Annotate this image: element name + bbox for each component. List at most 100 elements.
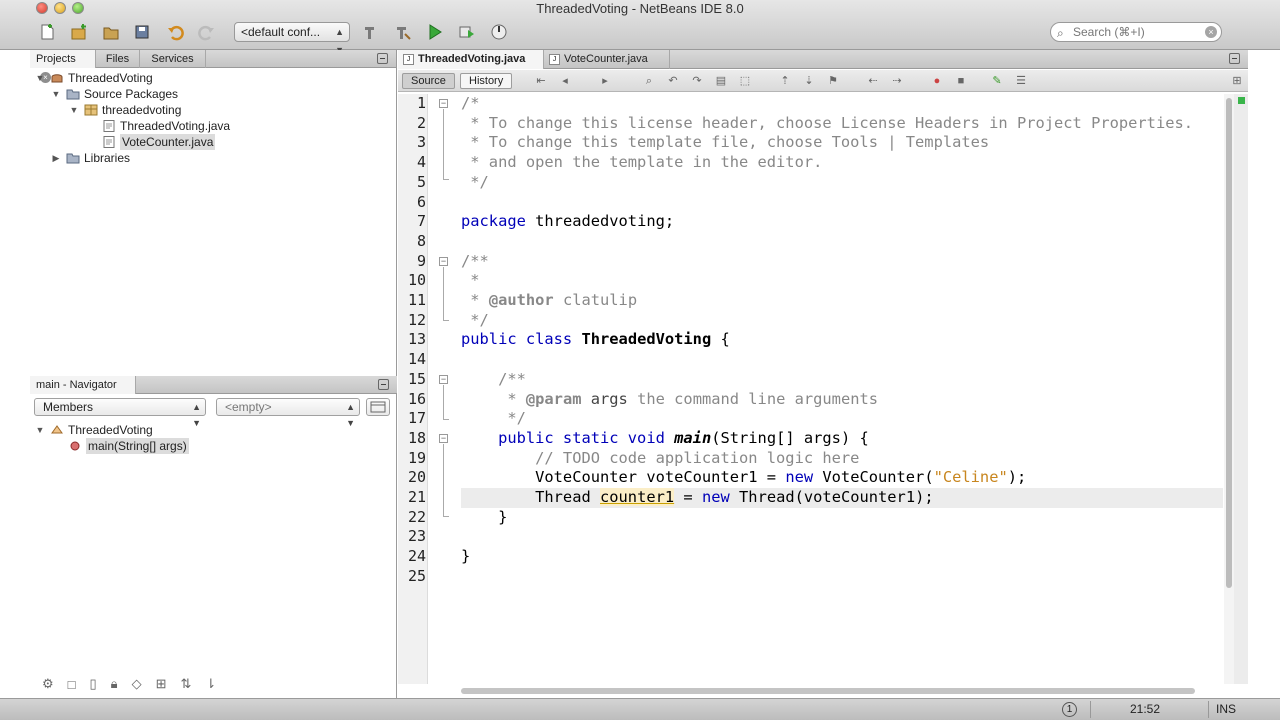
scrollbar-thumb[interactable] [1226,98,1232,588]
tree-item-project[interactable]: ▼ ThreadedVoting [34,70,153,86]
tab-projects[interactable]: Projects× [30,50,96,83]
projects-tabstrip: Projects× Files Services [30,50,396,83]
code-line: */ [461,172,489,191]
expanded-triangle-icon[interactable]: ▼ [50,86,62,102]
code-line: public static void main(String[] args) { [461,429,869,449]
maximize-editor-button[interactable] [1229,53,1240,64]
code-line: /** [461,251,489,270]
code-token: the command line arguments [627,389,879,408]
expanded-triangle-icon[interactable]: ▼ [34,422,46,438]
fold-toggle-icon[interactable]: − [439,434,448,443]
history-view-button[interactable]: History [460,73,513,89]
tree-item-label: ThreadedVoting.java [120,119,231,133]
previous-bookmark-icon[interactable]: ⇡ [778,74,792,88]
code-line: * To change this license header, choose … [461,113,1194,132]
uncomment-icon[interactable]: ☰ [1014,74,1028,88]
stop-macro-icon[interactable]: ■ [954,74,968,88]
tab-files[interactable]: Files [96,50,140,68]
run-icon[interactable] [424,21,446,43]
find-next-icon[interactable]: ↷ [690,74,704,88]
build-icon[interactable] [360,21,382,43]
show-nonpublic-icon[interactable]: 🔒︎ [111,676,118,692]
fold-toggle-icon[interactable]: − [439,375,448,384]
horizontal-scrollbar[interactable] [461,686,1223,696]
error-stripe[interactable] [1234,94,1248,684]
sort-by-name-icon[interactable]: ⇂ [205,676,216,692]
split-window-icon[interactable]: ⊞ [1230,74,1244,88]
tree-item-file[interactable]: ThreadedVoting.java [102,118,230,134]
minimize-panel-button[interactable] [378,379,389,390]
navigator-item-method[interactable]: main(String[] args) [68,438,189,454]
shift-right-icon[interactable]: ⇢ [890,74,904,88]
start-macro-icon[interactable]: ● [930,74,944,88]
back-icon[interactable]: ◂ [558,74,572,88]
projects-tree: ▼ ThreadedVoting ▼ Source Packages ▼ thr… [30,68,396,384]
code-token: "Celine" [933,468,1008,487]
notifications-icon[interactable]: 1 [1062,702,1077,717]
expanded-triangle-icon[interactable]: ▼ [68,102,80,118]
undo-icon[interactable] [164,21,186,43]
expanded-triangle-icon[interactable]: ▼ [34,70,46,86]
editor-tabstrip: J ThreadedVoting.java× J VoteCounter.jav… [398,50,1248,84]
last-edit-icon[interactable]: ⇤ [534,74,548,88]
members-select[interactable]: Members ▲ ▼ [34,398,206,428]
save-all-icon[interactable] [132,21,154,43]
shift-left-icon[interactable]: ⇠ [866,74,880,88]
tab-threadedvoting-java[interactable]: J ThreadedVoting.java× [398,50,544,84]
vertical-scrollbar[interactable] [1224,94,1234,684]
search-input[interactable]: ⌕ Search (⌘+I) × [1050,22,1222,42]
show-static-icon[interactable]: ▯ [90,676,97,692]
code-editor[interactable]: /* * To change this license header, choo… [461,94,1223,684]
minimize-panel-button[interactable] [377,53,388,64]
tab-votecounter-java[interactable]: J VoteCounter.java× [544,50,670,84]
tab-services[interactable]: Services [140,50,206,68]
line-number: 16 [407,389,426,408]
line-number: 15 [407,369,426,388]
find-previous-icon[interactable]: ↶ [666,74,680,88]
code-token: main [674,428,712,447]
fold-toggle-icon[interactable]: − [439,99,448,108]
tree-item-file[interactable]: VoteCounter.java [102,134,216,150]
editor-tab-label: VoteCounter.java [564,53,648,65]
find-icon[interactable]: ⌕ [642,74,656,88]
code-token: * [461,389,526,408]
debug-icon[interactable] [456,21,478,43]
tree-item-package[interactable]: ▼ threadedvoting [68,102,182,118]
clean-build-icon[interactable] [392,21,414,43]
navigator-item-class[interactable]: ▼ ThreadedVoting [34,422,153,438]
scrollbar-thumb[interactable] [461,688,1195,694]
show-inner-classes-icon[interactable]: ◇ [132,676,142,692]
tree-item-label: VoteCounter.java [120,134,216,150]
show-fields-icon[interactable]: □ [68,677,76,692]
next-bookmark-icon[interactable]: ⇣ [802,74,816,88]
fqn-icon[interactable]: ⊞ [156,676,167,692]
tree-item-libraries[interactable]: ▶ Libraries [50,150,131,166]
toggle-highlight-icon[interactable]: ▤ [714,74,728,88]
tree-item-source-packages[interactable]: ▼ Source Packages [50,86,179,102]
configuration-select[interactable]: <default conf... ▲▼ [234,22,350,55]
comment-icon[interactable]: ✎ [990,74,1004,88]
code-token: VoteCounter voteCounter1 = [461,468,786,487]
filter-select[interactable]: <empty> ▲ ▼ [216,398,360,428]
sort-by-source-icon[interactable]: ⇅ [181,676,192,692]
source-view-button[interactable]: Source [402,73,455,89]
profile-icon[interactable] [488,21,510,43]
tab-navigator[interactable]: main - Navigator× [30,376,136,409]
members-select-value: Members [43,400,94,414]
line-number: 6 [416,192,426,211]
navigator-item-label: ThreadedVoting [68,423,153,437]
code-token: Thread(voteCounter1); [729,488,934,506]
forward-icon[interactable]: ▸ [598,74,612,88]
navigator-view-button[interactable] [366,398,390,416]
open-project-icon[interactable] [100,21,122,43]
code-token: ); [1007,468,1027,487]
toggle-bookmark-icon[interactable]: ⚑ [826,74,840,88]
fold-toggle-icon[interactable]: − [439,257,448,266]
show-inherited-icon[interactable]: ⚙ [42,676,54,692]
new-file-icon[interactable] [36,21,58,43]
collapsed-triangle-icon[interactable]: ▶ [50,150,62,166]
rect-select-icon[interactable]: ⬚ [738,74,752,88]
redo-icon[interactable] [196,21,218,43]
clear-search-icon[interactable]: × [1205,26,1217,38]
new-project-icon[interactable] [68,21,90,43]
